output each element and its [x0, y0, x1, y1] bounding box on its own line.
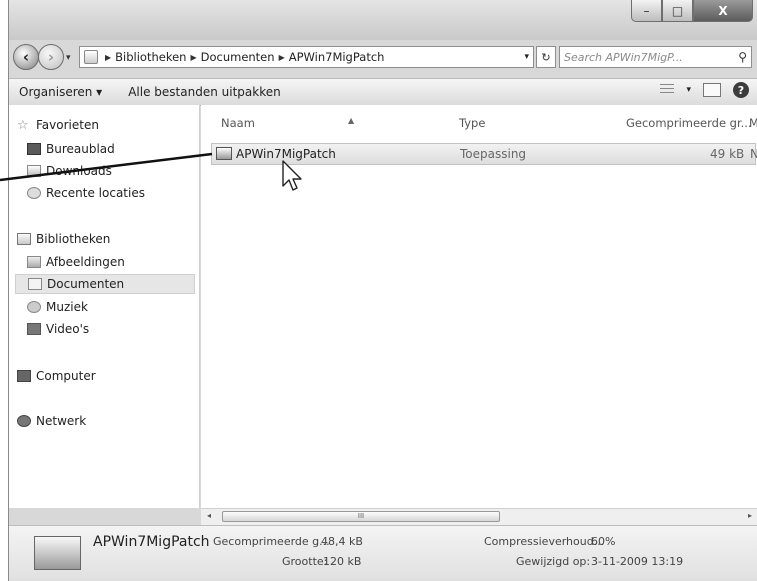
sidebar-item-label: Downloads: [46, 164, 112, 178]
maximize-button[interactable]: □: [662, 0, 693, 22]
sidebar-item-bureaublad[interactable]: Bureaublad: [27, 139, 115, 159]
sidebar-item-afbeeldingen[interactable]: Afbeeldingen: [27, 252, 125, 272]
search-placeholder: Search APWin7MigP...: [564, 50, 683, 64]
help-icon[interactable]: ?: [733, 82, 749, 98]
title-bar: – □ X: [9, 0, 757, 40]
application-icon: [216, 147, 232, 160]
close-button[interactable]: X: [693, 0, 753, 22]
scroll-thumb[interactable]: III: [222, 511, 500, 522]
preview-pane-icon[interactable]: [703, 83, 721, 97]
column-header-compressed-size[interactable]: Gecomprimeerde gr...: [626, 116, 752, 130]
details-modified-label: Gewijzigd op:: [516, 555, 591, 568]
sidebar-item-label: Computer: [36, 369, 96, 383]
details-compressed-value: 48,4 kB: [321, 535, 363, 548]
sort-ascending-icon: ▲: [348, 116, 355, 125]
sidebar-item-label: Documenten: [47, 277, 125, 291]
sidebar-item-netwerk[interactable]: Netwerk: [17, 411, 86, 431]
videos-icon: [27, 323, 41, 335]
breadcrumb-bibliotheken[interactable]: Bibliotheken: [115, 50, 186, 64]
recent-pages-dropdown[interactable]: ▾: [66, 53, 71, 63]
column-headers: ▲ Naam Type Gecomprimeerde gr... M: [201, 105, 757, 139]
sidebar-item-videos[interactable]: Video's: [27, 319, 89, 339]
sidebar-item-downloads[interactable]: Downloads: [27, 161, 112, 181]
documents-icon: [28, 278, 42, 290]
chevron-right-icon[interactable]: ▶: [190, 53, 196, 62]
column-header-overflow[interactable]: M: [749, 116, 757, 130]
details-compressed-label: Gecomprimeerde g...: [213, 535, 330, 548]
file-name: APWin7MigPatch: [236, 147, 336, 161]
sidebar-item-bibliotheken[interactable]: Bibliotheken: [17, 229, 110, 249]
sidebar-item-computer[interactable]: Computer: [17, 366, 96, 386]
sidebar-item-label: Muziek: [46, 300, 88, 314]
arrow-right-icon: ›: [47, 48, 55, 66]
file-extra: N: [750, 147, 757, 161]
desktop-icon: [27, 143, 41, 155]
sidebar-item-label: Netwerk: [36, 414, 87, 428]
sidebar-item-label: Bureaublad: [46, 142, 115, 156]
column-header-type[interactable]: Type: [459, 116, 485, 130]
star-icon: ☆: [17, 117, 29, 133]
navigation-pane: ☆ Favorieten Bureaublad Downloads Recent…: [9, 105, 200, 508]
column-header-naam[interactable]: Naam: [221, 116, 255, 130]
back-button[interactable]: ‹: [13, 44, 39, 70]
details-size-value: 120 kB: [323, 555, 362, 568]
command-bar: Organiseren ▾ Alle bestanden uitpakken ▾…: [9, 78, 757, 106]
scroll-grip: III: [357, 512, 365, 520]
sidebar-item-label: Favorieten: [36, 118, 99, 132]
folder-icon: [84, 50, 98, 64]
computer-icon: [17, 370, 31, 382]
refresh-icon: ↻: [541, 50, 551, 64]
arrow-left-icon: ‹: [22, 48, 30, 66]
scroll-left-icon[interactable]: ◂: [207, 511, 211, 520]
chevron-right-icon[interactable]: ▶: [105, 53, 111, 62]
details-size-label: Grootte:: [282, 555, 328, 568]
pictures-icon: [27, 256, 41, 268]
details-pane: APWin7MigPatch Gecomprimeerde g... 48,4 …: [9, 525, 757, 581]
sidebar-item-favorieten[interactable]: ☆ Favorieten: [17, 115, 99, 135]
horizontal-scrollbar[interactable]: ◂ III ▸: [201, 508, 757, 525]
recent-places-icon: [27, 187, 41, 199]
application-icon: [34, 536, 81, 570]
sidebar-item-label: Video's: [46, 322, 90, 336]
sidebar-item-muziek[interactable]: Muziek: [27, 297, 88, 317]
forward-button[interactable]: ›: [38, 44, 64, 70]
organize-menu[interactable]: Organiseren ▾: [19, 85, 102, 99]
details-file-name: APWin7MigPatch: [93, 534, 210, 550]
mouse-cursor-icon: [282, 160, 302, 191]
search-input[interactable]: Search APWin7MigP... ⚲: [559, 46, 752, 68]
details-ratio-label: Compressieverhoud...: [484, 535, 605, 548]
explorer-window: – □ X ‹ › ▾ ▶ Bibliotheken ▶ Documenten …: [8, 0, 757, 581]
navigation-bar: ‹ › ▾ ▶ Bibliotheken ▶ Documenten ▶ APWi…: [9, 40, 757, 74]
scroll-right-icon[interactable]: ▸: [748, 511, 752, 520]
minimize-button[interactable]: –: [631, 0, 662, 22]
view-dropdown-icon[interactable]: ▾: [686, 85, 691, 95]
sidebar-item-label: Afbeeldingen: [46, 255, 125, 269]
sidebar-item-recente-locaties[interactable]: Recente locaties: [27, 183, 145, 203]
downloads-icon: [27, 165, 41, 177]
sidebar-item-label: Recente locaties: [46, 186, 145, 200]
file-type: Toepassing: [460, 147, 527, 161]
sidebar-item-documenten[interactable]: Documenten: [15, 274, 195, 294]
file-size: 49 kB: [710, 147, 745, 161]
chevron-down-icon[interactable]: ▾: [520, 52, 533, 62]
window-controls: – □ X: [631, 0, 753, 30]
extract-all-button[interactable]: Alle bestanden uitpakken: [128, 85, 280, 99]
chevron-right-icon[interactable]: ▶: [279, 53, 285, 62]
search-icon: ⚲: [738, 50, 747, 64]
refresh-button[interactable]: ↻: [536, 46, 556, 68]
address-bar[interactable]: ▶ Bibliotheken ▶ Documenten ▶ APWin7MigP…: [79, 46, 534, 68]
details-ratio-value: 60%: [591, 535, 616, 548]
libraries-icon: [17, 233, 31, 245]
music-icon: [27, 301, 41, 313]
change-view-icon[interactable]: [660, 84, 675, 96]
details-modified-value: 3-11-2009 13:19: [591, 555, 684, 568]
breadcrumb-documenten[interactable]: Documenten: [201, 50, 275, 64]
network-icon: [17, 415, 31, 427]
breadcrumb-apwin7migpatch[interactable]: APWin7MigPatch: [289, 50, 385, 64]
sidebar-item-label: Bibliotheken: [36, 232, 111, 246]
